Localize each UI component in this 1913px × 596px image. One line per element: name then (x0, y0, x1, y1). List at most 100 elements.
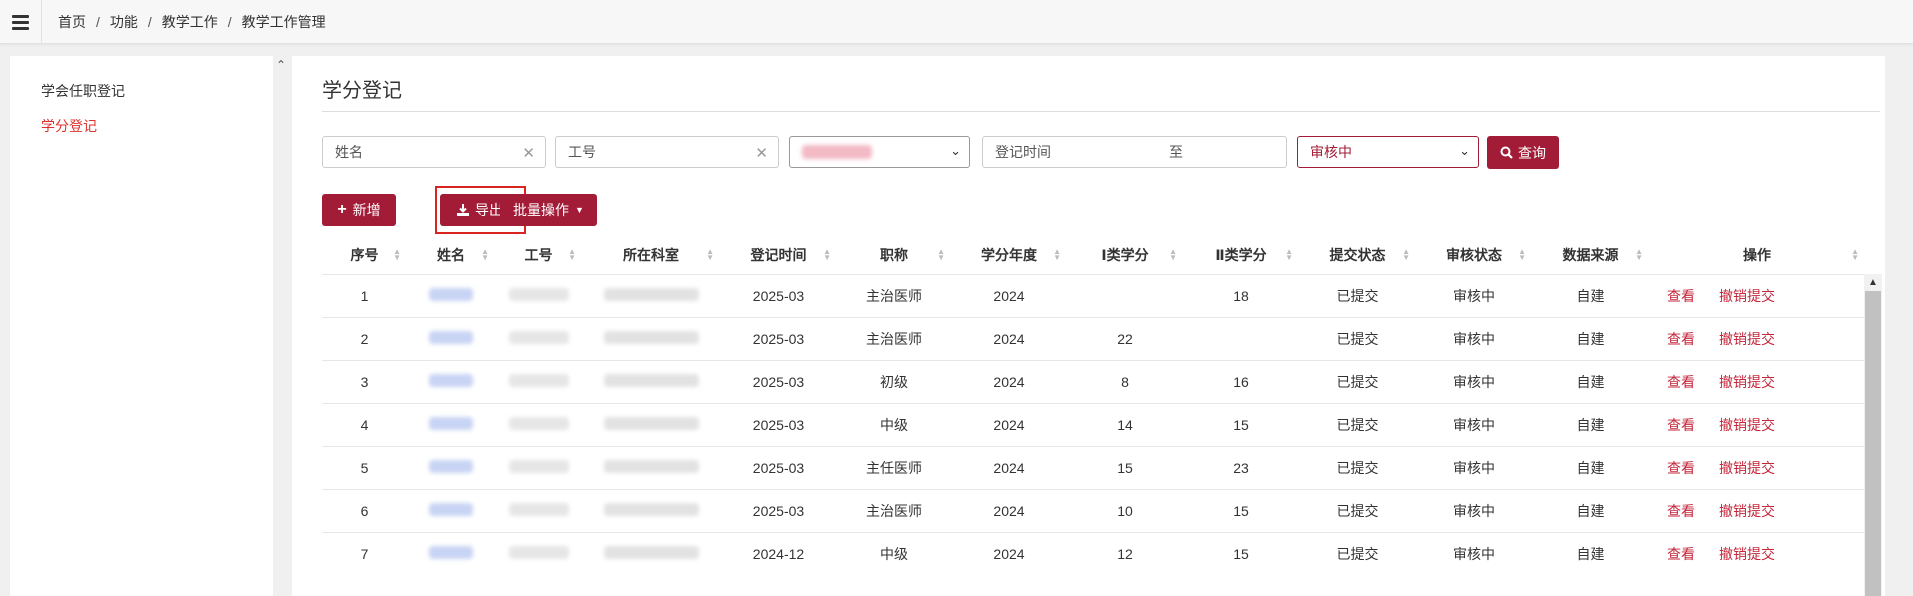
cell-audit-status: 审核中 (1416, 316, 1532, 360)
name-placeholder: 姓名 (335, 144, 363, 160)
registration-date-range[interactable]: 登记时间 至 (982, 136, 1287, 168)
clear-icon[interactable]: ✕ (522, 144, 535, 162)
cell-job-title: 中级 (837, 531, 951, 575)
view-link[interactable]: 查看 (1667, 501, 1695, 521)
cell-class1-credit: 10 (1067, 488, 1183, 532)
table-row: 3 2025-03 初级 2024 8 16 已提交 审核中 自建 查看 撤销提交 (322, 359, 1865, 403)
cell-name (407, 488, 495, 532)
cell-submit-status: 已提交 (1299, 531, 1416, 575)
cell-data-source: 自建 (1532, 273, 1649, 317)
batch-operations-dropdown[interactable]: 批量操作 ▼ (500, 194, 597, 226)
name-input[interactable]: 姓名 ✕ (322, 136, 546, 168)
redacted-value (603, 545, 699, 559)
cell-name (407, 359, 495, 403)
cell-data-source: 自建 (1532, 402, 1649, 446)
cell-registration-date: 2025-03 (720, 273, 837, 317)
cell-class2-credit (1183, 316, 1299, 360)
view-link[interactable]: 查看 (1667, 329, 1695, 349)
revoke-submit-link[interactable]: 撤销提交 (1719, 544, 1775, 564)
breadcrumb-current: 教学工作管理 (241, 14, 326, 30)
breadcrumb-teaching[interactable]: 教学工作 (162, 12, 218, 32)
revoke-submit-link[interactable]: 撤销提交 (1719, 501, 1775, 521)
employee-id-input[interactable]: 工号 ✕ (555, 136, 779, 168)
revoke-submit-link[interactable]: 撤销提交 (1719, 329, 1775, 349)
cell-credit-year: 2024 (951, 402, 1067, 446)
chevron-up-icon[interactable]: ⌃ (272, 56, 290, 74)
main-panel: 学分登记 姓名 ✕ 工号 ✕ ⌄ 登记时间 至 审核中 ⌄ 查询 + 新增 导出… (292, 56, 1885, 596)
sort-icon[interactable]: ▲ ▼ (1518, 248, 1526, 262)
sort-icon[interactable]: ▲ ▼ (481, 248, 489, 262)
cell-name (407, 531, 495, 575)
column-header[interactable]: Ⅰ类学分 ▲ ▼ (1067, 237, 1183, 274)
cell-employee-id (495, 359, 582, 403)
sort-icon[interactable]: ▲ ▼ (568, 248, 576, 262)
column-header[interactable]: Ⅱ类学分 ▲ ▼ (1183, 237, 1299, 274)
column-header[interactable]: 职称 ▲ ▼ (837, 237, 951, 274)
cell-submit-status: 已提交 (1299, 273, 1416, 317)
sort-icon[interactable]: ▲ ▼ (706, 248, 714, 262)
column-header[interactable]: 审核状态 ▲ ▼ (1416, 237, 1532, 274)
sidebar-item-credit-registration[interactable]: 学分登记 (41, 116, 97, 136)
column-header[interactable]: 操作 ▲ ▼ (1649, 237, 1865, 274)
cell-data-source: 自建 (1532, 488, 1649, 532)
column-header[interactable]: 序号 ▲ ▼ (322, 237, 407, 274)
add-button[interactable]: + 新增 (322, 194, 396, 226)
sidebar-item-society-position[interactable]: 学会任职登记 (41, 81, 125, 101)
scrollbar-thumb[interactable] (1865, 291, 1881, 596)
sort-icon[interactable]: ▲ ▼ (1285, 248, 1293, 262)
breadcrumb-home[interactable]: 首页 (58, 12, 86, 32)
column-header-label: 提交状态 (1329, 247, 1386, 264)
view-link[interactable]: 查看 (1667, 458, 1695, 478)
redacted-value (603, 502, 699, 516)
cell-job-title: 中级 (837, 402, 951, 446)
chevron-up-icon[interactable]: ▲ (1864, 274, 1882, 291)
view-link[interactable]: 查看 (1667, 544, 1695, 564)
cell-data-source: 自建 (1532, 445, 1649, 489)
chevron-down-icon: ⌄ (1459, 143, 1470, 158)
column-header[interactable]: 数据来源 ▲ ▼ (1532, 237, 1649, 274)
sort-icon[interactable]: ▲ ▼ (823, 248, 831, 262)
cell-employee-id (495, 445, 582, 489)
audit-status-value: 审核中 (1310, 144, 1352, 160)
department-select[interactable]: ⌄ (789, 136, 970, 168)
sort-icon[interactable]: ▲ ▼ (1402, 248, 1410, 262)
column-header[interactable]: 学分年度 ▲ ▼ (951, 237, 1067, 274)
sort-icon[interactable]: ▲ ▼ (1851, 248, 1859, 262)
column-header-label: 审核状态 (1446, 247, 1502, 264)
cell-index: 5 (322, 445, 407, 489)
redacted-value (603, 373, 699, 387)
cell-submit-status: 已提交 (1299, 316, 1416, 360)
column-header[interactable]: 工号 ▲ ▼ (495, 237, 582, 274)
revoke-submit-link[interactable]: 撤销提交 (1719, 286, 1775, 306)
column-header[interactable]: 提交状态 ▲ ▼ (1299, 237, 1416, 274)
revoke-submit-link[interactable]: 撤销提交 (1719, 415, 1775, 435)
column-header[interactable]: 登记时间 ▲ ▼ (720, 237, 837, 274)
query-button[interactable]: 查询 (1487, 136, 1559, 169)
menu-toggle-button[interactable] (0, 0, 42, 44)
redacted-value (429, 459, 473, 473)
top-bar: 首页 / 功能 / 教学工作 / 教学工作管理 (0, 0, 1913, 44)
view-link[interactable]: 查看 (1667, 286, 1695, 306)
column-header[interactable]: 所在科室 ▲ ▼ (582, 237, 720, 274)
table-scrollbar[interactable]: ▲ (1864, 274, 1882, 596)
cell-registration-date: 2025-03 (720, 488, 837, 532)
cell-registration-date: 2025-03 (720, 402, 837, 446)
clear-icon[interactable]: ✕ (755, 144, 768, 162)
column-header[interactable]: 姓名 ▲ ▼ (407, 237, 495, 274)
audit-status-select[interactable]: 审核中 ⌄ (1297, 136, 1479, 168)
view-link[interactable]: 查看 (1667, 415, 1695, 435)
revoke-submit-link[interactable]: 撤销提交 (1719, 372, 1775, 392)
sort-icon[interactable]: ▲ ▼ (393, 248, 401, 262)
sort-icon[interactable]: ▲ ▼ (1053, 248, 1061, 262)
cell-employee-id (495, 316, 582, 360)
redacted-value (508, 287, 569, 301)
sort-icon[interactable]: ▲ ▼ (1635, 248, 1643, 262)
sort-icon[interactable]: ▲ ▼ (1169, 248, 1177, 262)
breadcrumb-functions[interactable]: 功能 (110, 12, 138, 32)
revoke-submit-link[interactable]: 撤销提交 (1719, 458, 1775, 478)
cell-credit-year: 2024 (951, 273, 1067, 317)
cell-audit-status: 审核中 (1416, 488, 1532, 532)
sort-icon[interactable]: ▲ ▼ (937, 248, 945, 262)
view-link[interactable]: 查看 (1667, 372, 1695, 392)
redacted-value (508, 373, 569, 387)
